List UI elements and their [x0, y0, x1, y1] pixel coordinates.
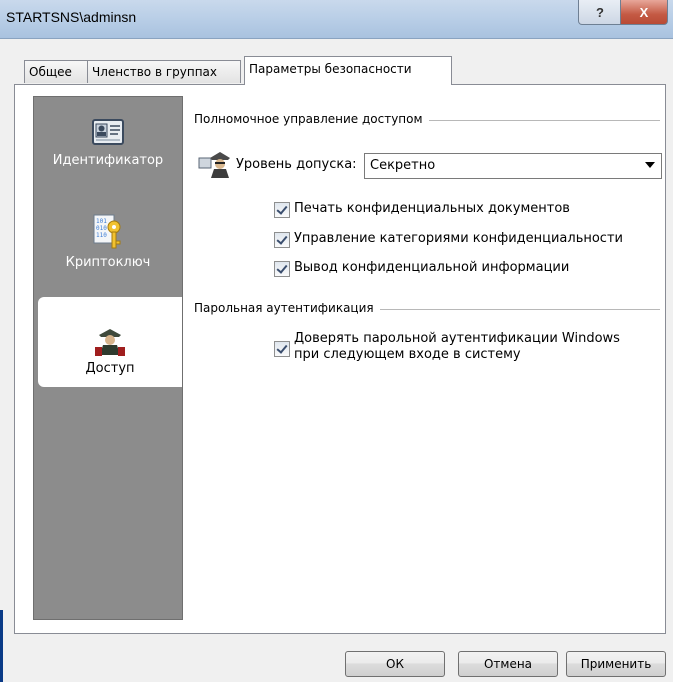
access-agent-icon — [95, 329, 125, 356]
help-button[interactable]: ? — [578, 0, 622, 25]
clearance-level-select[interactable]: Секретно — [364, 153, 662, 179]
trust-windows-auth-label-line2: при следующем входе в систему — [294, 347, 521, 362]
password-auth-group: Парольная аутентификация — [194, 301, 660, 315]
output-confidential-checkbox[interactable] — [274, 261, 290, 277]
sidebar-item-crypto-key[interactable]: 101 010 110 Криптоключ — [38, 213, 178, 303]
sidebar-item-label: Доступ — [85, 361, 135, 376]
ok-button[interactable]: ОК — [345, 651, 445, 677]
tab-group-membership[interactable]: Членство в группах — [87, 60, 241, 83]
sidebar-item-identifier[interactable]: Идентификатор — [38, 115, 178, 205]
output-confidential-label: Вывод конфиденциальной информации — [294, 260, 570, 275]
clearance-level-label: Уровень допуска: — [236, 157, 357, 172]
manage-categories-label: Управление категориями конфиденциальност… — [294, 231, 623, 246]
window-title: STARTSNS\adminsn — [6, 9, 137, 25]
svg-text:110: 110 — [96, 232, 107, 239]
window-edge — [0, 610, 3, 682]
group-title: Полномочное управление доступом — [194, 112, 429, 126]
spy-agent-icon — [198, 152, 230, 178]
sidebar-item-access[interactable]: Доступ — [38, 297, 182, 387]
sidebar-item-label: Идентификатор — [52, 153, 164, 168]
manage-categories-checkbox[interactable] — [274, 232, 290, 248]
crypto-key-icon: 101 010 110 — [93, 214, 121, 249]
chevron-down-icon[interactable] — [645, 162, 655, 168]
id-card-icon — [92, 119, 124, 145]
svg-text:101: 101 — [96, 218, 107, 225]
close-icon: X — [639, 4, 649, 20]
sidebar: Идентификатор 101 010 110 Криптоключ Дос… — [33, 96, 183, 620]
svg-text:010: 010 — [96, 225, 107, 232]
tab-general[interactable]: Общее — [24, 60, 88, 83]
group-title: Парольная аутентификация — [194, 301, 380, 315]
cancel-button[interactable]: Отмена — [458, 651, 558, 677]
trust-windows-auth-checkbox[interactable] — [274, 341, 290, 357]
print-confidential-label: Печать конфиденциальных документов — [294, 201, 570, 216]
close-button[interactable]: X — [620, 0, 668, 25]
mandatory-access-group: Полномочное управление доступом — [194, 112, 660, 126]
print-confidential-checkbox[interactable] — [274, 202, 290, 218]
title-bar: STARTSNS\adminsn ? X — [0, 0, 673, 39]
sidebar-item-label: Криптоключ — [65, 255, 151, 270]
trust-windows-auth-label-line1: Доверять парольной аутентификации Window… — [294, 331, 620, 346]
clearance-level-value: Секретно — [370, 158, 436, 173]
tab-security-settings[interactable]: Параметры безопасности — [244, 56, 452, 85]
help-icon: ? — [596, 4, 604, 20]
apply-button[interactable]: Применить — [566, 651, 666, 677]
